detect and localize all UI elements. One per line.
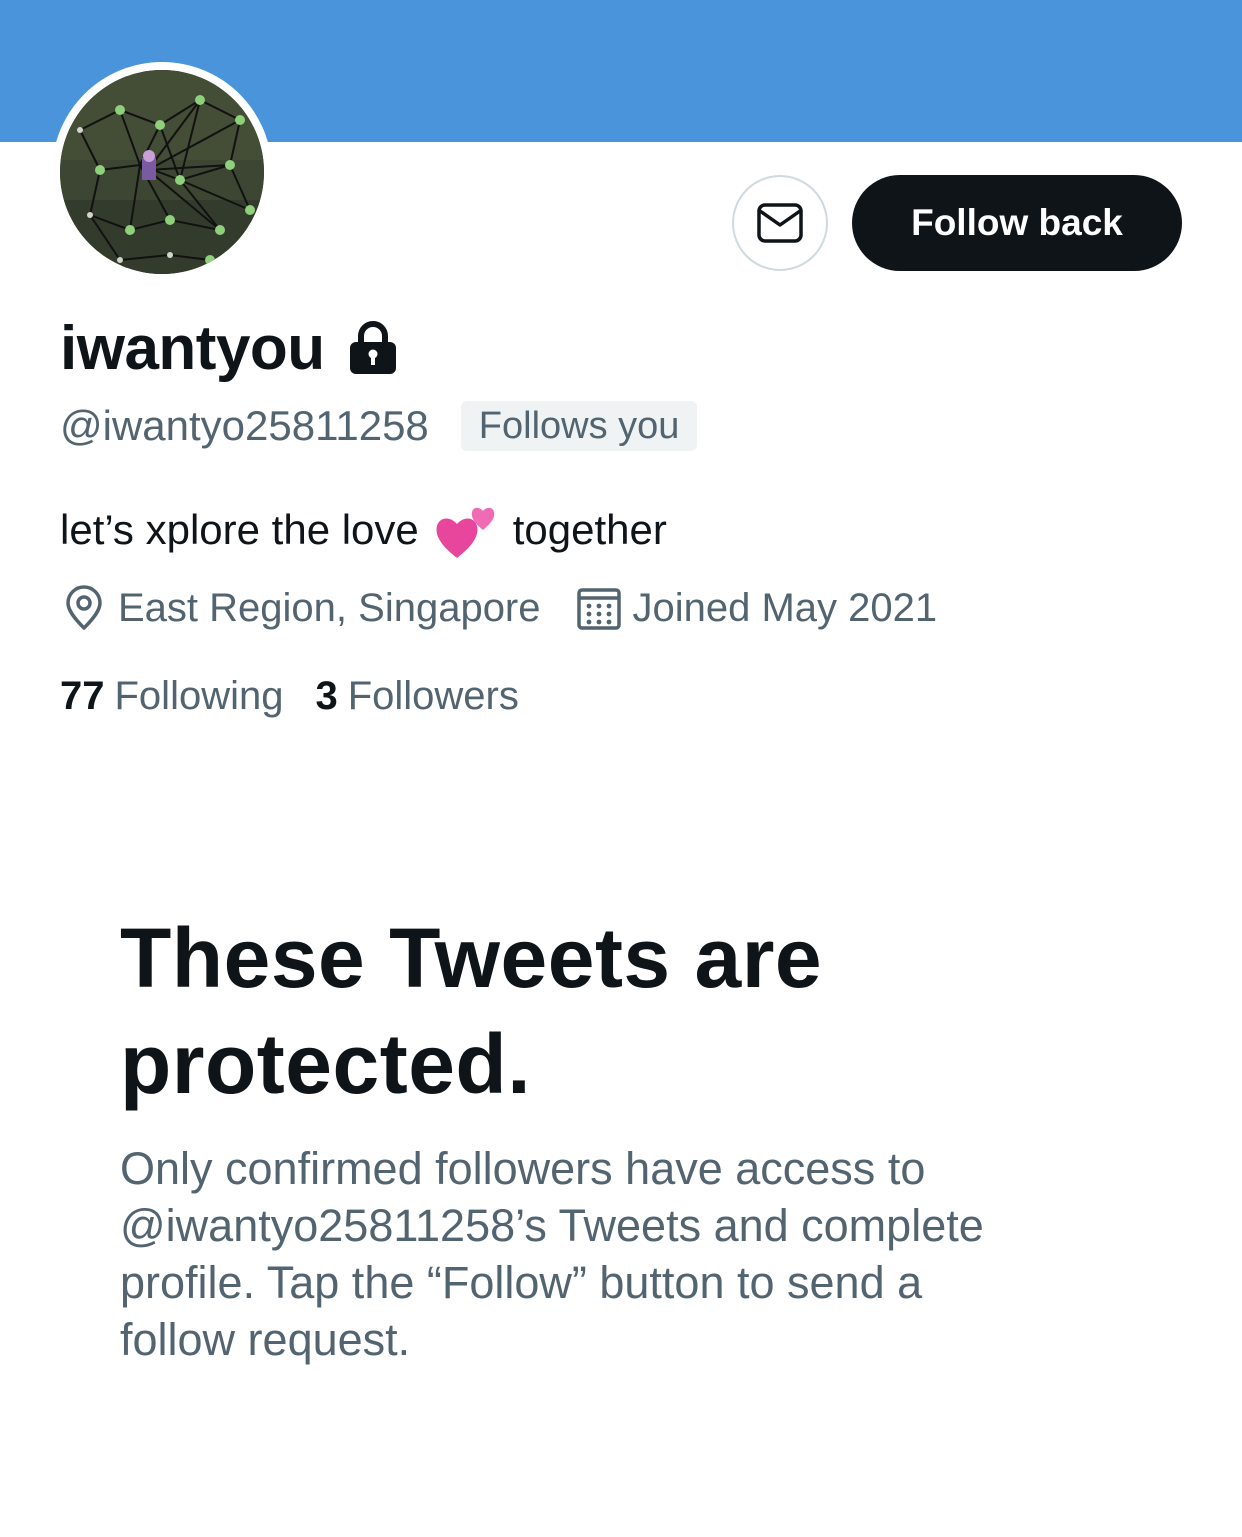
location-pin-icon [66, 585, 102, 630]
calendar-icon [576, 588, 621, 630]
bio-text-start: let’s xplore the love [60, 506, 419, 553]
handle: @iwantyo25811258 [60, 402, 429, 449]
protected-description: Only confirmed followers have access to … [120, 1140, 1120, 1368]
display-name: iwantyou [60, 313, 325, 383]
protected-description-line: follow request. [120, 1314, 411, 1365]
follows-you-badge: Follows you [460, 401, 698, 451]
avatar[interactable] [60, 70, 264, 274]
following-link[interactable]: 77 Following [60, 674, 283, 719]
location-text: East Region, Singapore [118, 585, 541, 630]
protected-description-line: @iwantyo25811258’s Tweets and complete [120, 1200, 984, 1251]
protected-title: These Tweets are protected. [120, 905, 1120, 1117]
followers-link[interactable]: 3 Followers [315, 674, 518, 719]
handle-row: @iwantyo25811258 Follows you [60, 398, 698, 454]
bio: let’s xplore the love together [60, 500, 667, 560]
followers-label: Followers [347, 673, 519, 718]
two-hearts-icon [436, 507, 494, 558]
following-count: 77 [60, 673, 105, 718]
bio-text-end: together [512, 506, 667, 553]
protected-title-line: protected. [120, 1017, 532, 1111]
mail-icon [757, 203, 803, 243]
follow-stats: 77 Following 3 Followers [60, 668, 519, 724]
following-label: Following [114, 673, 284, 718]
message-button[interactable] [732, 175, 828, 271]
protected-description-line: Only confirmed followers have access to [120, 1143, 926, 1194]
profile-meta: East Region, Singapore Joined May 2021 [60, 580, 937, 636]
avatar-image [60, 70, 264, 274]
lock-icon [349, 321, 396, 374]
protected-description-line: profile. Tap the “Follow” button to send… [120, 1257, 923, 1308]
protected-title-line: These Tweets are [120, 911, 823, 1005]
follow-back-button[interactable]: Follow back [852, 175, 1182, 271]
display-name-row: iwantyou [60, 312, 399, 384]
joined-date: Joined May 2021 [632, 585, 938, 630]
followers-count: 3 [315, 673, 338, 718]
